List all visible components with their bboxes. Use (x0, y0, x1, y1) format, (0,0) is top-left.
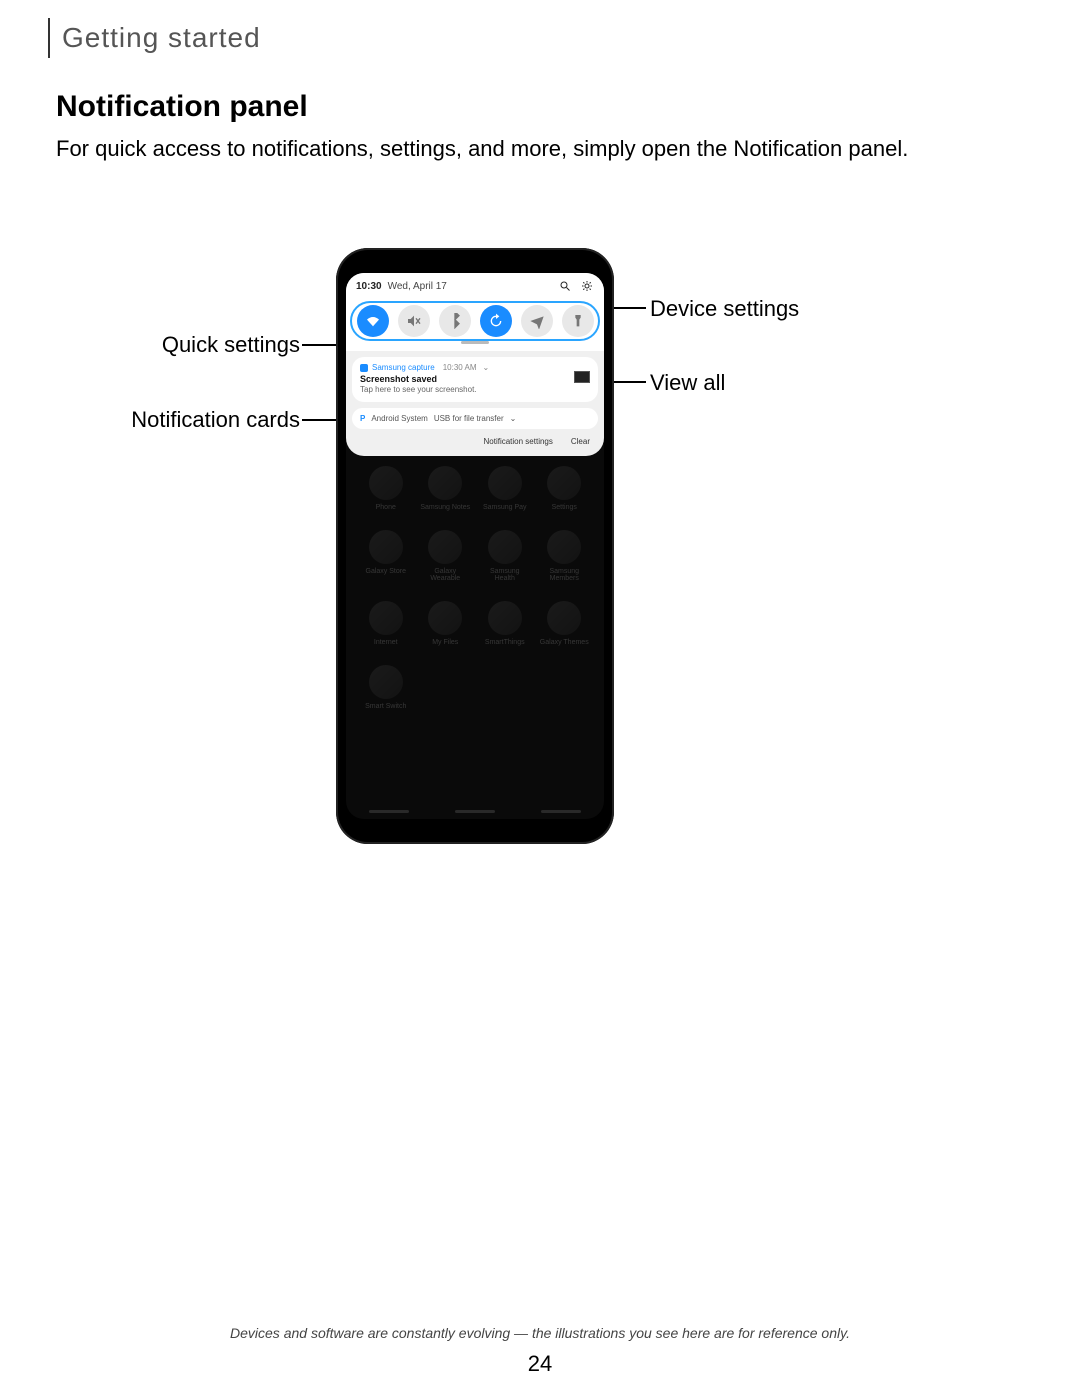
quick-settings-row (346, 299, 604, 339)
app-label: SmartThings (485, 639, 525, 647)
app-icon-item[interactable]: Smart Switch (356, 665, 416, 711)
mute-icon[interactable] (398, 305, 430, 337)
clear-button[interactable]: Clear (571, 437, 590, 446)
notification-panel: 10:30 Wed, April 17 (346, 273, 604, 456)
app-icon-item[interactable]: Samsung Health (475, 530, 535, 583)
home-screen-apps: Phone Samsung Notes Samsung Pay Settings Gal… (346, 456, 604, 710)
callout-view-all: View all (650, 370, 725, 396)
callout-notification-cards: Notification cards (60, 407, 300, 433)
notification-time: 10:30 AM (443, 363, 477, 372)
nav-home-icon[interactable] (455, 810, 495, 813)
app-icon (428, 466, 462, 500)
flashlight-icon[interactable] (562, 305, 594, 337)
app-badge-icon (360, 364, 368, 372)
app-icon (547, 466, 581, 500)
chevron-down-icon: ⌄ (483, 363, 490, 372)
app-icon-item[interactable]: Galaxy Themes (535, 601, 595, 647)
app-label: Samsung Health (480, 568, 530, 583)
rotate-icon[interactable] (480, 305, 512, 337)
app-icon-item[interactable]: Samsung Members (535, 530, 595, 583)
app-icon-item[interactable]: My Files (416, 601, 476, 647)
chevron-down-icon: ⌄ (510, 414, 517, 423)
intro-text: For quick access to notifications, setti… (56, 132, 1020, 165)
screenshot-thumbnail (574, 371, 590, 383)
footer-note: Devices and software are constantly evol… (0, 1325, 1080, 1341)
app-icon (488, 466, 522, 500)
breadcrumb-divider (48, 18, 50, 58)
bluetooth-icon[interactable] (439, 305, 471, 337)
app-label: Samsung Pay (483, 504, 527, 512)
app-label: Smart Switch (365, 703, 406, 711)
notification-text: USB for file transfer (434, 414, 504, 423)
app-icon-item[interactable]: Phone (356, 466, 416, 512)
airplane-icon[interactable] (521, 305, 553, 337)
page-title: Notification panel (56, 90, 308, 124)
app-icon (547, 601, 581, 635)
breadcrumb-text: Getting started (62, 22, 261, 54)
status-date: Wed, April 17 (388, 281, 550, 292)
notification-card[interactable]: Samsung capture 10:30 AM ⌄ Screenshot sa… (352, 357, 598, 402)
nav-bar (346, 810, 604, 813)
notification-title: Screenshot saved (360, 374, 590, 384)
app-icon (428, 530, 462, 564)
app-icon-item[interactable]: Galaxy Store (356, 530, 416, 583)
notification-subtitle: Tap here to see your screenshot. (360, 385, 590, 394)
app-icon (369, 665, 403, 699)
nav-recent-icon[interactable] (369, 810, 409, 813)
notification-app-name: Samsung capture (372, 363, 435, 372)
app-label: Phone (376, 504, 396, 512)
status-time: 10:30 (356, 281, 382, 292)
app-icon (488, 530, 522, 564)
notification-app-row: Samsung capture 10:30 AM ⌄ (360, 363, 590, 372)
status-bar: 10:30 Wed, April 17 (346, 273, 604, 299)
notification-card[interactable]: P Android System USB for file transfer ⌄ (352, 408, 598, 429)
app-icon-item[interactable]: Settings (535, 466, 595, 512)
search-icon[interactable] (558, 279, 572, 293)
callout-quick-settings: Quick settings (60, 332, 300, 358)
wifi-icon[interactable] (357, 305, 389, 337)
app-icon-item[interactable]: Internet (356, 601, 416, 647)
app-icon (369, 530, 403, 564)
app-badge-icon: P (360, 414, 365, 423)
notification-app-name: Android System (371, 414, 427, 423)
breadcrumb: Getting started (48, 18, 261, 58)
app-label: Settings (552, 504, 577, 512)
app-label: Samsung Notes (420, 504, 470, 512)
nav-back-icon[interactable] (541, 810, 581, 813)
panel-handle-row[interactable] (346, 339, 604, 351)
app-label: Samsung Members (539, 568, 589, 583)
app-icon-item[interactable]: Galaxy Wearable (416, 530, 476, 583)
phone-screen: 10:30 Wed, April 17 (346, 273, 604, 819)
page-number: 24 (0, 1351, 1080, 1377)
gear-icon[interactable] (580, 279, 594, 293)
app-label: My Files (432, 639, 458, 647)
phone-frame: 10:30 Wed, April 17 (336, 248, 614, 844)
drag-handle-icon (461, 341, 489, 344)
app-icon (428, 601, 462, 635)
notification-settings-link[interactable]: Notification settings (484, 437, 553, 446)
callout-device-settings: Device settings (650, 296, 799, 322)
app-icon-item[interactable]: SmartThings (475, 601, 535, 647)
app-icon (488, 601, 522, 635)
app-icon-item[interactable]: Samsung Pay (475, 466, 535, 512)
app-icon (547, 530, 581, 564)
app-icon (369, 601, 403, 635)
app-label: Galaxy Store (366, 568, 406, 576)
app-label: Internet (374, 639, 398, 647)
app-icon (369, 466, 403, 500)
app-label: Galaxy Themes (540, 639, 589, 647)
app-label: Galaxy Wearable (420, 568, 470, 583)
panel-footer: Notification settings Clear (346, 429, 604, 450)
app-icon-item[interactable]: Samsung Notes (416, 466, 476, 512)
